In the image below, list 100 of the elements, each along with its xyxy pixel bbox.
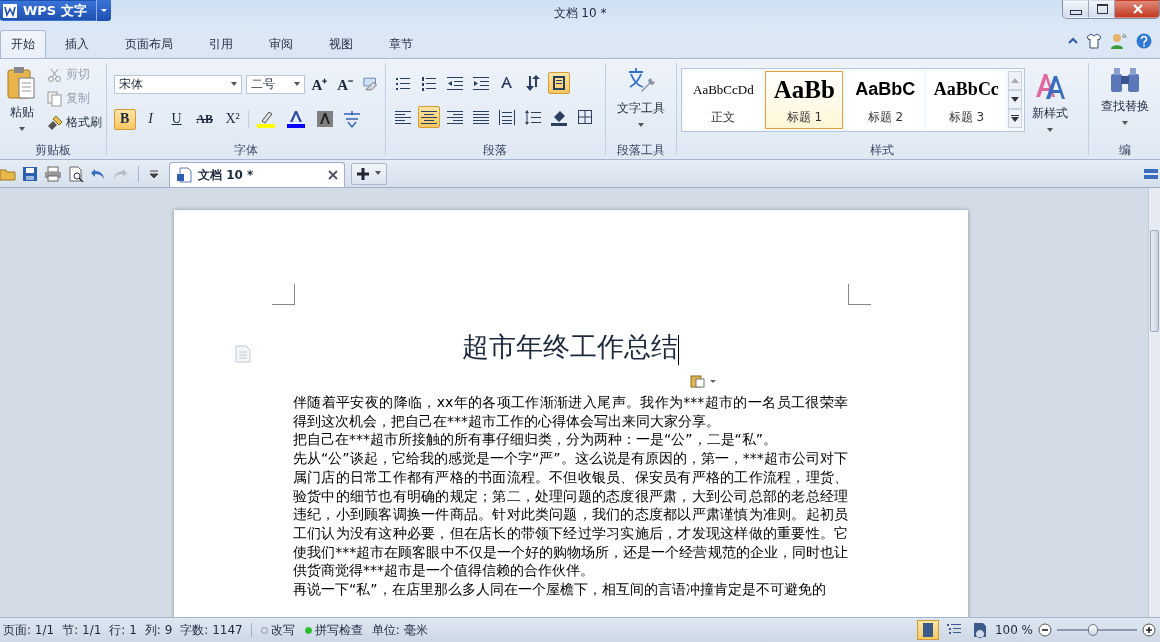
body-paragraph: 把自己在***超市所接触的所有事仔细归类，分为两种：一是“公”，二是“私”。 xyxy=(293,430,778,450)
align-center-icon xyxy=(420,108,439,126)
status-unit: 单位: 毫米 xyxy=(371,621,428,639)
status-toggle[interactable]: 改写 xyxy=(259,620,296,640)
underline-button[interactable]: U xyxy=(165,108,188,130)
document-tab[interactable]: 文档 10 * xyxy=(169,162,345,187)
frame-button[interactable] xyxy=(548,72,571,94)
save-icon[interactable] xyxy=(22,165,38,182)
menu-tab[interactable]: 开始 xyxy=(0,30,46,58)
status-text: 行: 1 xyxy=(109,621,137,639)
style-item[interactable]: AaBbCcDd 正文 xyxy=(684,71,763,129)
align-left-icon xyxy=(394,108,413,126)
menu-tab[interactable]: 审阅 xyxy=(262,30,310,58)
group-label: 段落工具 xyxy=(615,142,666,159)
collapse-ribbon-icon[interactable] xyxy=(1068,37,1078,45)
align-center-button[interactable] xyxy=(418,106,441,128)
justify-icon xyxy=(472,108,491,126)
clear-format-icon[interactable] xyxy=(360,75,380,93)
close-tab-icon[interactable] xyxy=(328,170,338,180)
fill-icon xyxy=(550,108,569,126)
group-label: 字体 xyxy=(232,142,259,159)
direction-icon xyxy=(524,74,543,92)
menu-tab[interactable]: 视图 xyxy=(322,30,370,58)
brush-icon xyxy=(47,114,63,131)
document-icon xyxy=(176,167,192,183)
group-label: 编 xyxy=(1117,142,1132,159)
customize-caret-icon[interactable] xyxy=(149,169,159,178)
italic-button[interactable]: I xyxy=(139,108,162,130)
page-view-button[interactable] xyxy=(916,620,939,640)
new-style-button[interactable]: 新样式 xyxy=(1029,68,1072,138)
status-text: 字数: 1147 xyxy=(180,621,243,639)
app-logo-icon xyxy=(3,3,17,18)
group-label: 剪贴板 xyxy=(33,142,72,159)
status-text: 页面: 1/1 xyxy=(3,621,55,639)
status-toggle[interactable]: 拼写检查 xyxy=(303,620,364,640)
group-label: 段落 xyxy=(482,142,509,159)
down-arrow-icon xyxy=(1011,97,1020,102)
paragraph-mark-icon xyxy=(235,345,251,363)
zoom-percent: 100 % xyxy=(994,623,1033,637)
minimize-button[interactable] xyxy=(1063,0,1089,18)
plus-icon xyxy=(1142,623,1156,637)
body-paragraph: 伴随着平安夜的降临，xx年的各项工作渐渐进入尾声。我作为***超市的一名员工很荣幸得到这次机会，把自己在***超市工作的心得体会写出来同大家分享。 xyxy=(293,393,848,431)
zoom-in-button[interactable] xyxy=(1141,622,1157,638)
close-icon xyxy=(1131,4,1144,14)
painter-button[interactable]: 格式刷 xyxy=(46,113,103,132)
new-tab-button[interactable] xyxy=(351,162,387,185)
crop-mark xyxy=(848,284,871,305)
distribute-icon xyxy=(498,108,517,126)
document-title: 超市年终工作总结 xyxy=(293,327,848,367)
scissors-icon xyxy=(47,66,63,83)
copy-icon xyxy=(47,90,63,107)
menu-tab[interactable]: 章节 xyxy=(382,30,430,58)
menu-tab[interactable]: 插入 xyxy=(58,30,106,58)
font-name-field[interactable]: 宋体 xyxy=(113,74,242,94)
body-paragraph: 先从“公”谈起，它给我的感觉是一个字“严”。这么说是有原因的，第一，***超市公司对下属门店的日常工作都有严格的书面流程。不但收银员、保安员有严格的工作流程，理货、验货中的细节也有明确的规定；第二，处理问题的态度很严肃，大到公司总部的老总经理违纪，小到顾客调换一件商品。针对此类问题，我们的态度都以严肃谨慎为准则。起初员工们认为没有这种必要，但在店长的带领下经过学习实施后，才发现这样做的重要性。它使我们***超市在顾客眼中不仅是一个好的购物场所，还是一个经营规范的企业，同时也让供货商觉得***超市是一个值得信赖的合作伙伴。 xyxy=(293,449,848,581)
tile-windows-icon[interactable] xyxy=(1144,168,1158,179)
web-view-icon xyxy=(971,622,988,638)
window-title: 文档 10 * xyxy=(552,5,608,22)
paste-button[interactable]: 粘贴 xyxy=(4,63,40,142)
paste-options-icon[interactable] xyxy=(690,374,718,388)
style-item[interactable]: AaBbC 标题 2 xyxy=(846,71,925,129)
minus-icon xyxy=(1038,623,1052,637)
letters-icon xyxy=(1034,71,1067,101)
outdent-icon xyxy=(446,74,465,92)
align-right-icon xyxy=(446,108,465,126)
vertical-scrollbar[interactable] xyxy=(1148,188,1160,617)
text-tools-button[interactable]: 文字工具 xyxy=(613,63,668,142)
status-text: 列: 9 xyxy=(144,621,173,639)
up-arrow-icon xyxy=(1011,78,1020,83)
grow-font-button[interactable]: A⁺ xyxy=(308,72,331,96)
zoom-out-button[interactable] xyxy=(1037,622,1053,638)
slider-thumb[interactable] xyxy=(1088,624,1098,636)
strike-button[interactable]: AB xyxy=(191,108,218,130)
user-icon[interactable] xyxy=(1110,32,1128,50)
clipboard-icon xyxy=(7,66,37,100)
binoculars-icon xyxy=(1108,66,1141,94)
plus-icon xyxy=(357,167,369,180)
border-icon xyxy=(576,108,595,126)
bold-button[interactable]: B xyxy=(113,108,136,130)
numbering-icon xyxy=(420,74,439,92)
menu-tab[interactable]: 引用 xyxy=(202,30,250,58)
scroll-down-button[interactable] xyxy=(1008,90,1023,109)
font-size-field[interactable]: 二号 xyxy=(246,74,305,94)
super-button[interactable]: X² xyxy=(221,108,244,130)
print-icon[interactable] xyxy=(44,165,62,182)
style-item[interactable]: AaBbCc 标题 3 xyxy=(927,71,1006,129)
print-preview-icon[interactable] xyxy=(68,165,84,182)
shirt-icon[interactable] xyxy=(1086,33,1102,49)
find-replace-button[interactable]: 查找替换 xyxy=(1097,63,1152,142)
crop-mark xyxy=(272,284,295,305)
help-icon[interactable] xyxy=(1136,33,1152,49)
status-text: 节: 1/1 xyxy=(62,621,102,639)
close-button[interactable] xyxy=(1115,0,1159,18)
menu-tab[interactable]: 页面布局 xyxy=(118,30,190,58)
body-paragraph: 再说一下“私”，在店里那么多人同在一个屋檐下，相互间的言语冲撞肯定是不可避免的 xyxy=(293,580,827,599)
style-item[interactable]: AaBb 标题 1 xyxy=(765,71,844,129)
shrink-font-button[interactable]: A⁻ xyxy=(334,72,357,96)
expand-gallery-button[interactable] xyxy=(1008,109,1023,128)
maximize-button[interactable] xyxy=(1089,0,1115,18)
app-menu-button[interactable]: WPS 文字 xyxy=(0,0,96,21)
